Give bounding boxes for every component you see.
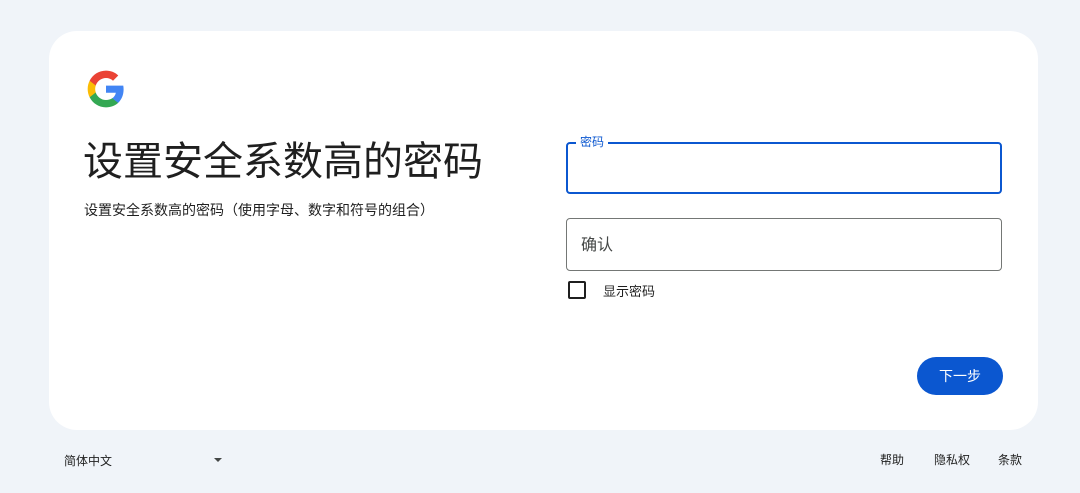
google-logo-icon xyxy=(87,70,124,108)
caret-down-icon xyxy=(214,458,222,462)
language-select[interactable]: 简体中文 xyxy=(64,451,224,469)
confirm-input[interactable] xyxy=(581,219,987,270)
password-input[interactable] xyxy=(582,144,986,192)
checkbox-unchecked-icon[interactable] xyxy=(568,281,586,299)
footer: 简体中文 帮助 隐私权 条款 xyxy=(0,430,1080,493)
show-password-toggle[interactable]: 显示密码 xyxy=(568,280,655,300)
next-button[interactable]: 下一步 xyxy=(917,357,1003,395)
show-password-label[interactable]: 显示密码 xyxy=(603,281,655,300)
page-title: 设置安全系数高的密码 xyxy=(83,139,483,185)
confirm-field[interactable] xyxy=(566,218,1002,271)
signin-card: 设置安全系数高的密码 设置安全系数高的密码（使用字母、数字和符号的组合） 密码 … xyxy=(49,31,1038,430)
terms-link[interactable]: 条款 xyxy=(998,451,1022,469)
privacy-link[interactable]: 隐私权 xyxy=(934,451,970,469)
page-subtitle: 设置安全系数高的密码（使用字母、数字和符号的组合） xyxy=(84,203,434,219)
help-link[interactable]: 帮助 xyxy=(880,451,904,469)
password-field[interactable]: 密码 xyxy=(566,135,1002,194)
language-select-value: 简体中文 xyxy=(64,453,113,468)
